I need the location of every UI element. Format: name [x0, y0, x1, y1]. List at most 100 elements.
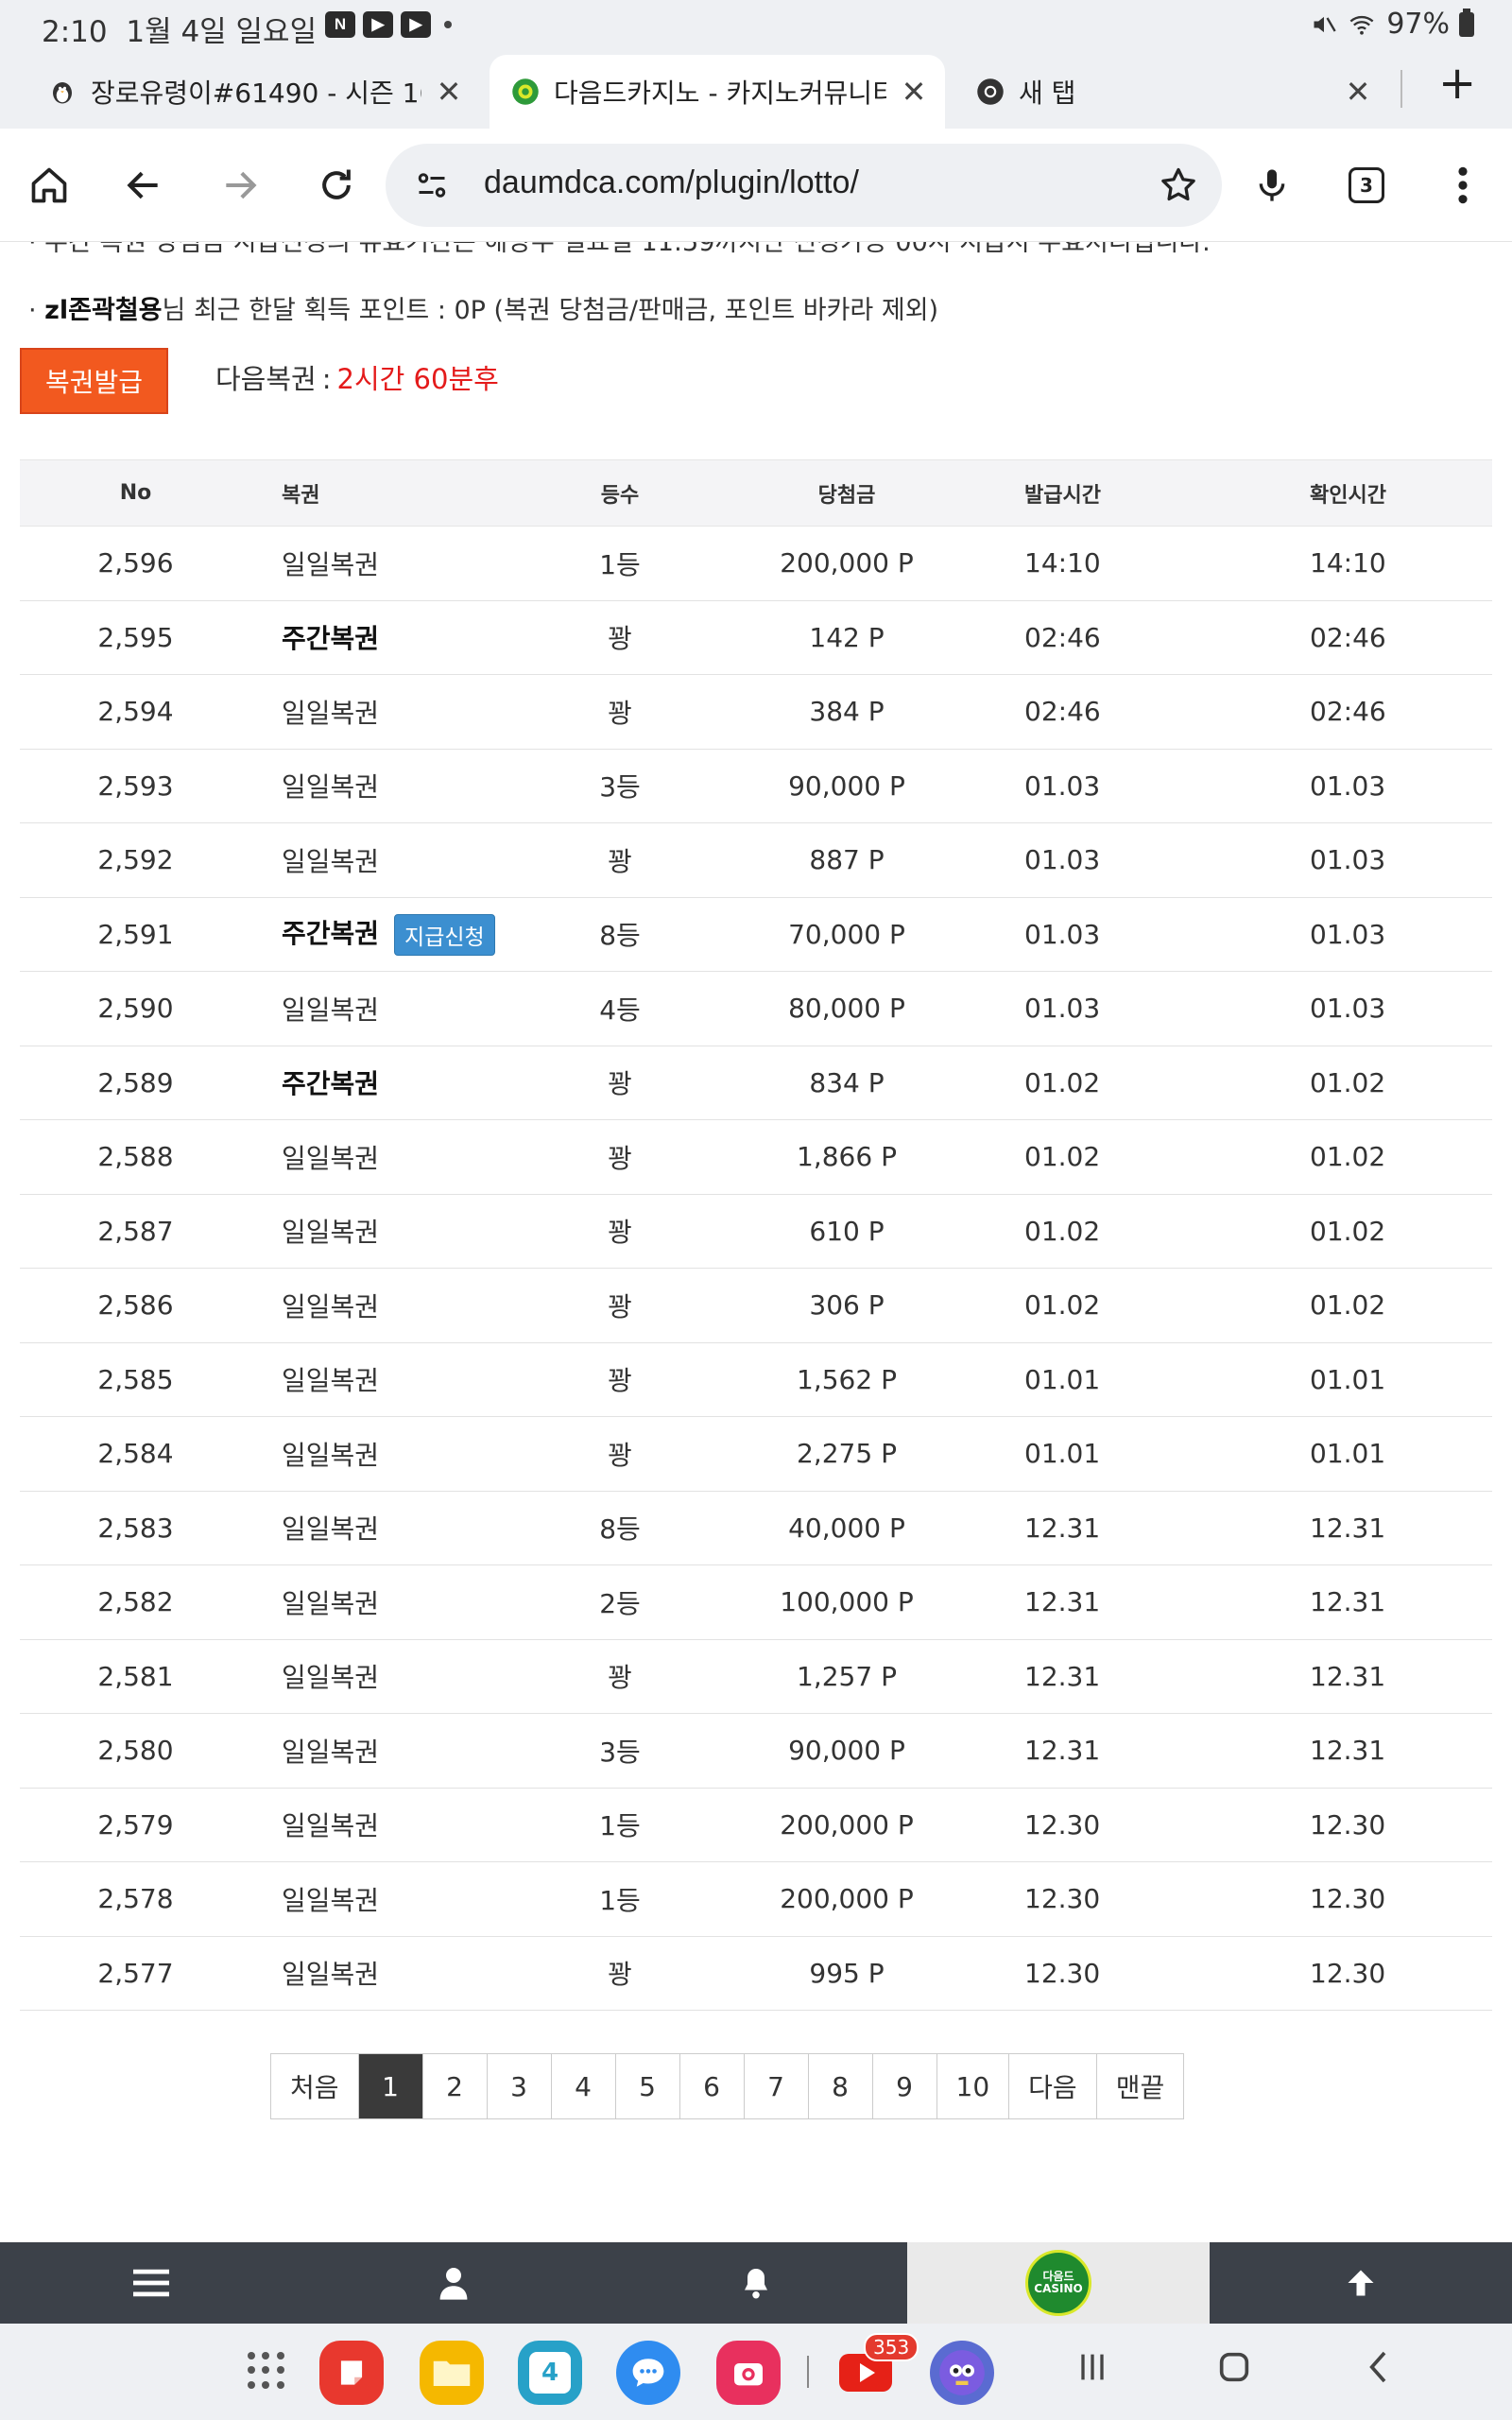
page-link[interactable]: 10	[936, 2054, 1010, 2118]
cell-checked: 01.01	[1234, 1416, 1492, 1492]
cell-rank: 꽝	[535, 1194, 705, 1269]
page-link[interactable]: 7	[744, 2054, 809, 2118]
url-text[interactable]: daumdca.com/plugin/lotto/	[484, 164, 859, 201]
arrow-up-icon	[1348, 2270, 1374, 2296]
table-row: 2,582 일일복권 2등 100,000 P 12.31 12.31	[20, 1564, 1492, 1640]
tab-close-icon[interactable]: ✕	[435, 74, 463, 110]
page-link[interactable]: 3	[487, 2054, 552, 2118]
page-link[interactable]: 5	[615, 2054, 680, 2118]
cell-prize: 200,000 P	[705, 1861, 988, 1937]
cell-rank: 꽝	[535, 822, 705, 898]
cell-rank: 꽝	[535, 1268, 705, 1343]
table-row: 2,590 일일복권 4등 80,000 P 01.03 01.03	[20, 971, 1492, 1046]
app-drawer-icon[interactable]	[248, 2352, 285, 2390]
forward-button[interactable]	[212, 157, 268, 214]
page-link[interactable]: 2	[422, 2054, 488, 2118]
page-link[interactable]: 6	[679, 2054, 745, 2118]
tab-divider	[1400, 70, 1402, 108]
cell-type: 주간복권 지급신청	[251, 897, 535, 972]
page-link[interactable]: 4	[551, 2054, 616, 2118]
cell-checked: 12.31	[1234, 1713, 1492, 1789]
site-settings-icon[interactable]	[414, 168, 450, 202]
page-link[interactable]: 9	[872, 2054, 937, 2118]
recent-apps-icon[interactable]	[1074, 2348, 1111, 2386]
tab-title: 다음드카지노 - 카지노커뮤니티	[554, 78, 886, 109]
lottery-type-label: 일일복권	[282, 1365, 380, 1397]
menu-button[interactable]	[0, 2242, 302, 2324]
messages-app-icon[interactable]	[616, 2341, 680, 2405]
notifications-button[interactable]	[605, 2242, 907, 2324]
cell-checked: 02:46	[1234, 600, 1492, 675]
cell-prize: 200,000 P	[705, 1788, 988, 1862]
cell-rank: 꽝	[535, 674, 705, 750]
game-app-icon[interactable]	[930, 2341, 994, 2405]
address-bar[interactable]: daumdca.com/plugin/lotto/	[386, 144, 1222, 227]
camera-app-icon[interactable]	[716, 2341, 781, 2405]
cell-no: 2,584	[20, 1416, 251, 1492]
taskbar-divider	[807, 2356, 809, 2388]
table-row: 2,596 일일복권 1등 200,000 P 14:10 14:10	[20, 526, 1492, 601]
cell-issued: 01.03	[988, 822, 1234, 898]
table-row: 2,591 주간복권 지급신청 8등 70,000 P 01.03 01.03	[20, 897, 1492, 972]
bookmark-star-icon[interactable]	[1158, 164, 1199, 206]
user-button[interactable]	[302, 2242, 605, 2324]
tab-1[interactable]: 장로유령이#61490 - 시즌 16 공 ✕	[26, 55, 480, 129]
more-menu-button[interactable]	[1435, 157, 1491, 214]
cell-no: 2,585	[20, 1342, 251, 1417]
header-type: 복권	[251, 459, 535, 527]
cell-checked: 01.02	[1234, 1046, 1492, 1120]
cell-no: 2,590	[20, 971, 251, 1046]
casino-logo-icon: 다음드CASINO	[1025, 2250, 1091, 2316]
issue-lottery-button[interactable]: 복권발급	[20, 348, 168, 414]
calendar-app-icon[interactable]: 4	[518, 2341, 582, 2405]
table-row: 2,589 주간복권 꽝 834 P 01.02 01.02	[20, 1046, 1492, 1120]
page-link[interactable]: 다음	[1009, 2054, 1097, 2118]
cell-no: 2,591	[20, 897, 251, 972]
cell-checked: 01.03	[1234, 897, 1492, 972]
cell-checked: 02:46	[1234, 674, 1492, 750]
cell-type: 일일복권	[251, 1194, 535, 1269]
tab-switcher-button[interactable]: 3	[1338, 157, 1395, 214]
claim-payout-button[interactable]: 지급신청	[394, 913, 495, 956]
notice-text-cut: · 주간 복권 당첨금 지급신청의 유효기간은 해당주 일요일 11:59까지만…	[28, 242, 1211, 257]
new-tab-button[interactable]: +	[1438, 60, 1476, 106]
tab-close-icon[interactable]: ✕	[900, 74, 928, 110]
cell-issued: 01.01	[988, 1342, 1234, 1417]
cell-no: 2,578	[20, 1861, 251, 1937]
youtube-notification-icon: ▶	[401, 11, 431, 38]
site-logo-button[interactable]: 다음드CASINO	[907, 2242, 1210, 2324]
cell-type: 일일복권	[251, 674, 535, 750]
tab-close-icon[interactable]: ✕	[1344, 74, 1372, 110]
cell-prize: 306 P	[705, 1268, 988, 1343]
cell-no: 2,594	[20, 674, 251, 750]
battery-icon	[1459, 8, 1474, 37]
cell-checked: 01.02	[1234, 1268, 1492, 1343]
page-link[interactable]: 처음	[271, 2054, 359, 2118]
tab-2-active[interactable]: 다음드카지노 - 카지노커뮤니티 ✕	[490, 55, 945, 129]
wifi-icon	[1349, 15, 1374, 35]
reload-button[interactable]	[308, 157, 365, 214]
cell-type: 일일복권	[251, 1268, 535, 1343]
cell-rank: 3등	[535, 1713, 705, 1789]
home-button[interactable]	[21, 157, 77, 214]
user-icon	[439, 2268, 468, 2300]
voice-search-button[interactable]	[1244, 157, 1300, 214]
back-button[interactable]	[115, 157, 172, 214]
cell-checked: 01.03	[1234, 749, 1492, 823]
cell-prize: 1,257 P	[705, 1639, 988, 1714]
cell-issued: 01.03	[988, 749, 1234, 823]
lottery-type-label: 일일복권	[282, 771, 380, 804]
browser-toolbar: daumdca.com/plugin/lotto/ 3	[0, 129, 1512, 242]
page-link[interactable]: 1	[358, 2054, 423, 2118]
lottery-type-label: 일일복권	[282, 697, 380, 729]
memo-app-icon[interactable]	[319, 2341, 384, 2405]
files-app-icon[interactable]	[420, 2341, 484, 2405]
back-nav-icon[interactable]	[1361, 2348, 1399, 2386]
tab-3[interactable]: 새 탭 ✕	[954, 55, 1389, 129]
cell-checked: 12.31	[1234, 1564, 1492, 1640]
scroll-top-button[interactable]	[1210, 2242, 1512, 2324]
cell-type: 일일복권	[251, 1788, 535, 1862]
page-link[interactable]: 맨끝	[1096, 2054, 1184, 2118]
home-nav-icon[interactable]	[1215, 2348, 1253, 2386]
page-link[interactable]: 8	[808, 2054, 873, 2118]
